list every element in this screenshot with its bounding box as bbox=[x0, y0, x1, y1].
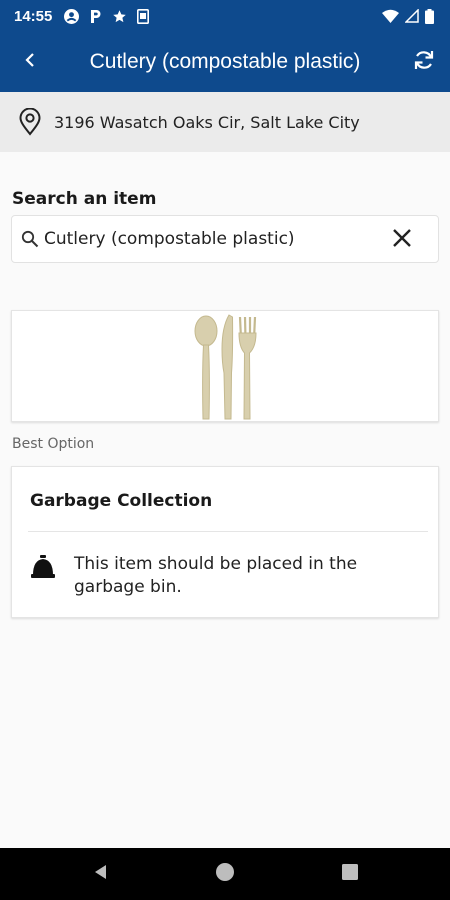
search-label: Search an item bbox=[12, 189, 157, 209]
system-nav-bar bbox=[0, 848, 450, 900]
result-card: Garbage Collection This item should be p… bbox=[11, 466, 439, 618]
nav-back-button[interactable] bbox=[86, 859, 116, 889]
nav-recents-button[interactable] bbox=[335, 859, 365, 889]
result-description: This item should be placed in the garbag… bbox=[74, 554, 358, 597]
result-title: Garbage Collection bbox=[30, 491, 213, 511]
battery-icon bbox=[425, 8, 434, 24]
search-icon bbox=[20, 229, 40, 249]
sim-card-icon bbox=[137, 8, 150, 24]
clear-search-button[interactable] bbox=[388, 226, 416, 254]
wifi-icon bbox=[382, 9, 399, 23]
page-title: Cutlery (compostable plastic) bbox=[89, 50, 361, 73]
search-box bbox=[11, 215, 439, 263]
search-input[interactable] bbox=[42, 228, 366, 250]
nav-home-button[interactable] bbox=[210, 859, 240, 889]
parking-icon bbox=[89, 9, 102, 24]
location-bar[interactable]: 3196 Wasatch Oaks Cir, Salt Lake City bbox=[0, 92, 450, 152]
refresh-button[interactable] bbox=[404, 42, 444, 82]
back-button[interactable] bbox=[10, 42, 50, 82]
chevron-left-icon bbox=[24, 52, 36, 72]
status-bar: 14:55 bbox=[0, 0, 450, 32]
status-time: 14:55 bbox=[14, 7, 53, 25]
cutlery-icon bbox=[194, 314, 257, 420]
account-circle-icon bbox=[64, 8, 80, 24]
app-bar: Cutlery (compostable plastic) bbox=[0, 32, 450, 92]
nav-back-icon bbox=[92, 863, 110, 885]
location-address: 3196 Wasatch Oaks Cir, Salt Lake City bbox=[54, 112, 360, 132]
star-icon bbox=[112, 9, 127, 24]
item-image-card bbox=[11, 310, 439, 422]
refresh-icon bbox=[412, 48, 436, 76]
nav-recents-icon bbox=[342, 864, 358, 884]
signal-icon bbox=[405, 9, 419, 23]
location-pin-icon bbox=[16, 108, 44, 136]
best-option-label: Best Option bbox=[12, 436, 95, 452]
close-icon bbox=[392, 228, 412, 252]
result-divider bbox=[28, 531, 428, 532]
nav-home-icon bbox=[214, 861, 236, 887]
status-icons-right bbox=[382, 8, 434, 24]
status-icons-left bbox=[64, 8, 150, 24]
garbage-bin-icon bbox=[30, 553, 56, 579]
